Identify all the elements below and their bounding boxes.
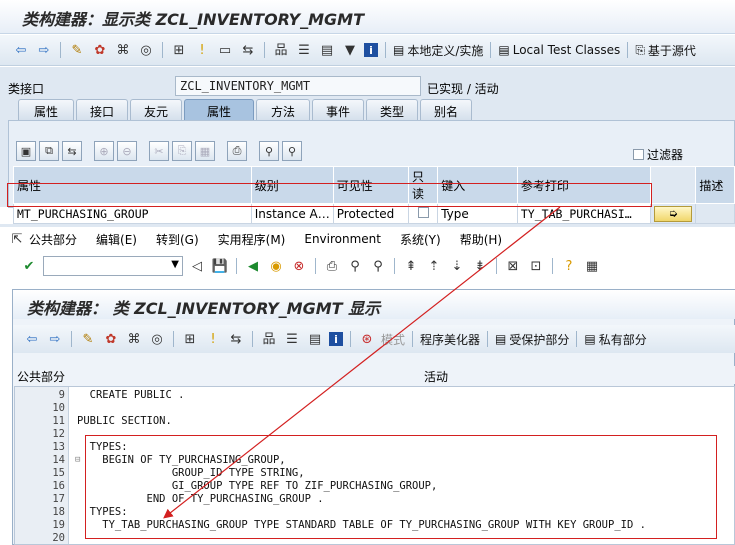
annotation-arrow [163, 206, 561, 519]
annotation-arrow-overlay [163, 206, 561, 519]
